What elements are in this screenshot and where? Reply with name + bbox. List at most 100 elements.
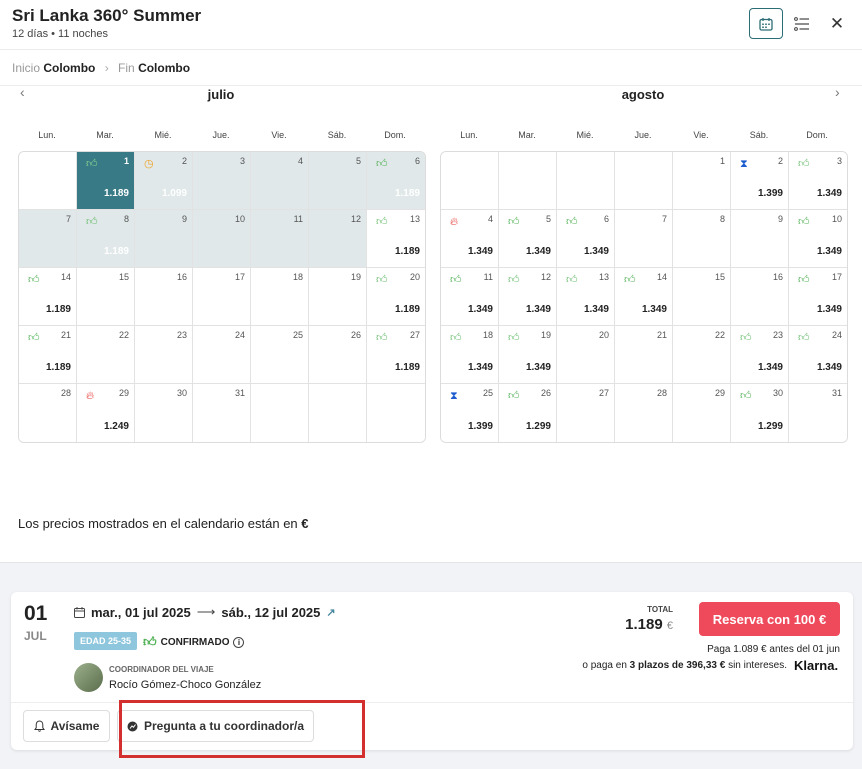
calendar-day[interactable]: 19 👍︎ 1.349 [499,326,557,384]
weekday-header: Mié. [576,130,594,140]
calendar-day[interactable]: 13 👍︎ 1.189 [367,210,425,268]
departure-month: JUL [24,629,47,643]
calendar-day[interactable]: 8 [673,210,731,268]
calendar-day[interactable]: 5 [309,152,367,210]
calendar-day[interactable]: 6 👍︎ 1.349 [557,210,615,268]
calendar-day[interactable]: 24 [193,326,251,384]
installments-post: sin intereses. [728,660,787,671]
start-city: Colombo [43,61,96,75]
calendar-day[interactable]: 29 🔥︎ 1.249 [77,384,135,442]
calendar-day[interactable]: 17 [193,268,251,326]
thumbs-up-outline-icon: 👍︎ [376,332,388,344]
day-price: 1.349 [583,246,609,257]
calendar-day[interactable]: 7 [615,210,673,268]
calendar-day[interactable]: 22 [77,326,135,384]
calendar-day[interactable]: 15 [77,268,135,326]
calendar-day[interactable]: 30 [135,384,193,442]
calendar-day[interactable]: 18 [251,268,309,326]
day-number: 25 [292,330,303,340]
calendar-day[interactable]: 17 👍︎ 1.349 [789,268,847,326]
calendar-view-button[interactable] [749,8,783,39]
calendar-day[interactable]: 31 [789,384,847,442]
calendar-day[interactable]: 21 👍︎ 1.189 [19,326,77,384]
calendar-day[interactable]: 12 [309,210,367,268]
day-price: 1.189 [103,188,129,199]
calendar-day[interactable]: 3 👍︎ 1.349 [789,152,847,210]
thumbs-up-icon: 👍︎ [798,274,810,286]
external-link-icon[interactable]: ↗ [326,606,335,619]
calendar-day[interactable]: 29 [673,384,731,442]
calendar-day[interactable]: 16 [135,268,193,326]
next-month-button[interactable]: › [835,84,840,100]
calendar-day[interactable]: 4 [251,152,309,210]
calendar-day[interactable]: 6 👍︎ 1.189 [367,152,425,210]
calendar-day[interactable]: 31 [193,384,251,442]
calendar-day[interactable]: 11 👍︎ 1.349 [441,268,499,326]
breadcrumb: Inicio Colombo › Fin Colombo [12,61,190,75]
calendar-day[interactable]: 25 [251,326,309,384]
info-icon[interactable]: i [233,636,245,648]
calendar-day[interactable]: 14 👍︎ 1.189 [19,268,77,326]
calendar-day[interactable]: 20 [557,326,615,384]
calendar-day[interactable]: 9 [731,210,789,268]
status-confirmed: 👍︎ CONFIRMADO i [143,634,245,650]
calendar-day[interactable]: 28 [615,384,673,442]
calendar-day[interactable]: 8 👍︎ 1.189 [77,210,135,268]
calendar-empty-cell [251,384,309,442]
coordinator-label: COORDINADOR DEL VIAJE [109,665,214,674]
calendar-day[interactable]: 21 [615,326,673,384]
list-view-button[interactable] [785,8,819,39]
day-number: 16 [176,272,187,282]
calendar-day[interactable]: 1 [673,152,731,210]
calendar-day[interactable]: 26 👍︎ 1.299 [499,384,557,442]
calendar-day[interactable]: 19 [309,268,367,326]
day-number: 18 [292,272,303,282]
calendar-day[interactable]: 5 👍︎ 1.349 [499,210,557,268]
calendar-day[interactable]: 14 👍︎ 1.349 [615,268,673,326]
calendar-day[interactable]: 12 👍︎ 1.349 [499,268,557,326]
calendar-day[interactable]: 24 👍︎ 1.349 [789,326,847,384]
calendar-day[interactable]: 30 👍︎ 1.299 [731,384,789,442]
thumbs-up-icon: 👍︎ [450,274,462,286]
calendar-day[interactable]: 23 [135,326,193,384]
calendar-day[interactable]: 16 [731,268,789,326]
calendar-day[interactable]: 26 [309,326,367,384]
calendar-day[interactable]: 3 [193,152,251,210]
calendar-day[interactable]: 22 [673,326,731,384]
calendar-day[interactable]: 25 ⧗ 1.399 [441,384,499,442]
day-number: 19 [540,330,551,340]
calendar-day[interactable]: 9 [135,210,193,268]
calendar-day[interactable]: 20 👍︎ 1.189 [367,268,425,326]
total-currency: € [666,620,673,632]
calendar-day[interactable]: 27 [557,384,615,442]
close-button[interactable]: ✕ [820,8,854,39]
calendar-day[interactable]: 2 ◷ 1.099 [135,152,193,210]
calendar-day[interactable]: 13 👍︎ 1.349 [557,268,615,326]
klarna-logo: Klarna. [794,658,839,673]
day-number: 6 [414,156,420,166]
calendar-day[interactable]: 1 👍︎ 1.189 [77,152,135,210]
installments-amount: 3 plazos de 396,33 € [629,660,726,671]
prev-month-button[interactable]: ‹ [20,84,25,100]
day-number: 5 [355,156,361,166]
calendar-day[interactable]: 10 [193,210,251,268]
calendar-day[interactable]: 28 [19,384,77,442]
calendar-day[interactable]: 11 [251,210,309,268]
calendar-day[interactable]: 4 🔥︎ 1.349 [441,210,499,268]
day-price: 1.349 [816,188,842,199]
notify-button[interactable]: Avísame [23,710,110,742]
calendar-day[interactable]: 15 [673,268,731,326]
calendar-day[interactable]: 23 👍︎ 1.349 [731,326,789,384]
calendar-day[interactable]: 18 👍︎ 1.349 [441,326,499,384]
calendar-day[interactable]: 7 [19,210,77,268]
day-number: 19 [350,272,361,282]
calendar-day[interactable]: 27 👍︎ 1.189 [367,326,425,384]
calendar-day[interactable]: 10 👍︎ 1.349 [789,210,847,268]
reserve-button[interactable]: Reserva con 100 € [699,602,840,636]
highlight-box [119,700,365,758]
day-price: 1.349 [467,362,493,373]
chevron-left-icon: ‹ [20,84,25,100]
calendar-day[interactable]: 2 ⧗ 1.399 [731,152,789,210]
day-number: 27 [409,330,420,340]
hourglass-icon: ⧗ [740,158,748,170]
